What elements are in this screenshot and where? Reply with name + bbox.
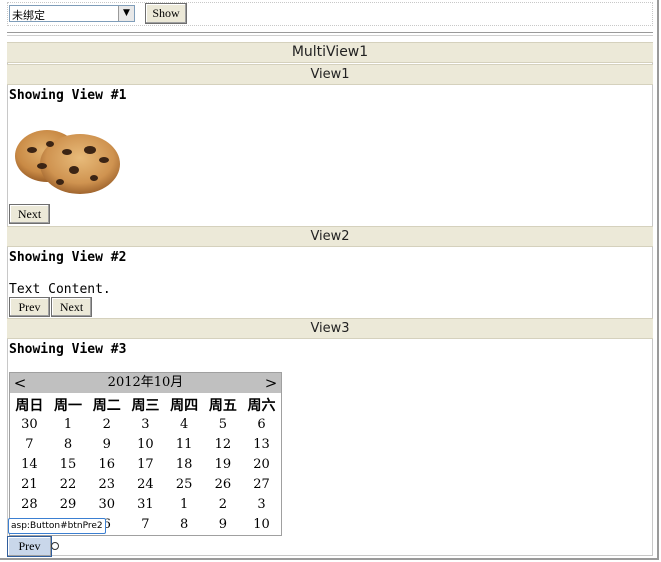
calendar-day[interactable]: 8 (49, 437, 88, 452)
chevron-down-icon[interactable]: ▼ (118, 6, 134, 21)
calendar-day[interactable]: 29 (49, 497, 88, 512)
cookie-image (15, 130, 120, 194)
designer-tooltip: asp:Button#btnPre2 (8, 518, 106, 534)
resize-handle[interactable] (51, 542, 59, 550)
calendar-day[interactable]: 20 (242, 457, 281, 472)
separator (7, 32, 653, 36)
calendar-day[interactable]: 12 (204, 437, 243, 452)
view1-next-button[interactable]: Next (9, 204, 50, 224)
next-month-icon[interactable]: > (263, 373, 279, 393)
calendar-day[interactable]: 4 (165, 417, 204, 432)
calendar-day[interactable]: 8 (165, 517, 204, 532)
calendar-day[interactable]: 6 (242, 417, 281, 432)
binding-dropdown[interactable]: 未绑定 ▼ (9, 5, 135, 22)
calendar-day[interactable]: 3 (126, 417, 165, 432)
view3-header: View3 (7, 318, 653, 339)
view1-heading: Showing View #1 (9, 88, 127, 103)
prev-month-icon[interactable]: < (12, 373, 28, 393)
calendar-day[interactable]: 2 (87, 417, 126, 432)
calendar-day[interactable]: 15 (49, 457, 88, 472)
calendar-weekday: 周五 (208, 398, 237, 414)
calendar-weekday: 周日 (15, 398, 44, 414)
calendar-day[interactable]: 17 (126, 457, 165, 472)
calendar-day[interactable]: 31 (126, 497, 165, 512)
calendar-day[interactable]: 28 (10, 497, 49, 512)
calendar-day[interactable]: 3 (242, 497, 281, 512)
view2-prev-button[interactable]: Prev (9, 297, 50, 317)
calendar-day[interactable]: 30 (10, 417, 49, 432)
calendar-day[interactable]: 10 (126, 437, 165, 452)
calendar-day[interactable]: 19 (204, 457, 243, 472)
calendar-day[interactable]: 7 (126, 517, 165, 532)
calendar-day[interactable]: 16 (87, 457, 126, 472)
calendar-day[interactable]: 5 (204, 417, 243, 432)
calendar-day[interactable]: 22 (49, 477, 88, 492)
calendar-day[interactable]: 9 (87, 437, 126, 452)
calendar-day[interactable]: 23 (87, 477, 126, 492)
calendar-day[interactable]: 9 (204, 517, 243, 532)
calendar-day[interactable]: 26 (204, 477, 243, 492)
calendar-header: < 2012年10月 > (10, 373, 281, 393)
calendar-day[interactable]: 24 (126, 477, 165, 492)
multiview-title: MultiView1 (7, 42, 653, 63)
calendar-weekday: 周一 (54, 398, 83, 414)
calendar-day[interactable]: 11 (165, 437, 204, 452)
calendar-day[interactable]: 14 (10, 457, 49, 472)
toolbar: 未绑定 ▼ Show (7, 2, 653, 26)
view3-prev-button[interactable]: Prev (7, 536, 52, 557)
calendar-day[interactable]: 18 (165, 457, 204, 472)
calendar-day[interactable]: 27 (242, 477, 281, 492)
view2-text: Text Content. (9, 282, 111, 297)
view3-heading: Showing View #3 (9, 342, 127, 357)
calendar-weekday: 周六 (247, 398, 276, 414)
dropdown-value: 未绑定 (12, 9, 45, 22)
calendar-day[interactable]: 2 (204, 497, 243, 512)
calendar-weekday: 周三 (131, 398, 160, 414)
calendar-day[interactable]: 7 (10, 437, 49, 452)
calendar-weekday: 周二 (92, 398, 121, 414)
view2-next-button[interactable]: Next (51, 297, 92, 317)
calendar-weekday: 周四 (170, 398, 199, 414)
calendar-day[interactable]: 10 (242, 517, 281, 532)
show-button[interactable]: Show (145, 3, 187, 24)
calendar-day[interactable]: 1 (165, 497, 204, 512)
calendar-month-title: 2012年10月 (107, 375, 184, 390)
calendar: < 2012年10月 > 周日 周一 周二 周三 周四 周五 周六 30 1 2 3 4 5 6 7 8 9 10… (9, 372, 282, 536)
view1-header: View1 (7, 64, 653, 85)
view2-header: View2 (7, 226, 653, 247)
calendar-day[interactable]: 13 (242, 437, 281, 452)
view2-heading: Showing View #2 (9, 250, 127, 265)
calendar-day[interactable]: 30 (87, 497, 126, 512)
calendar-day[interactable]: 1 (49, 417, 88, 432)
calendar-day[interactable]: 21 (10, 477, 49, 492)
calendar-day[interactable]: 25 (165, 477, 204, 492)
